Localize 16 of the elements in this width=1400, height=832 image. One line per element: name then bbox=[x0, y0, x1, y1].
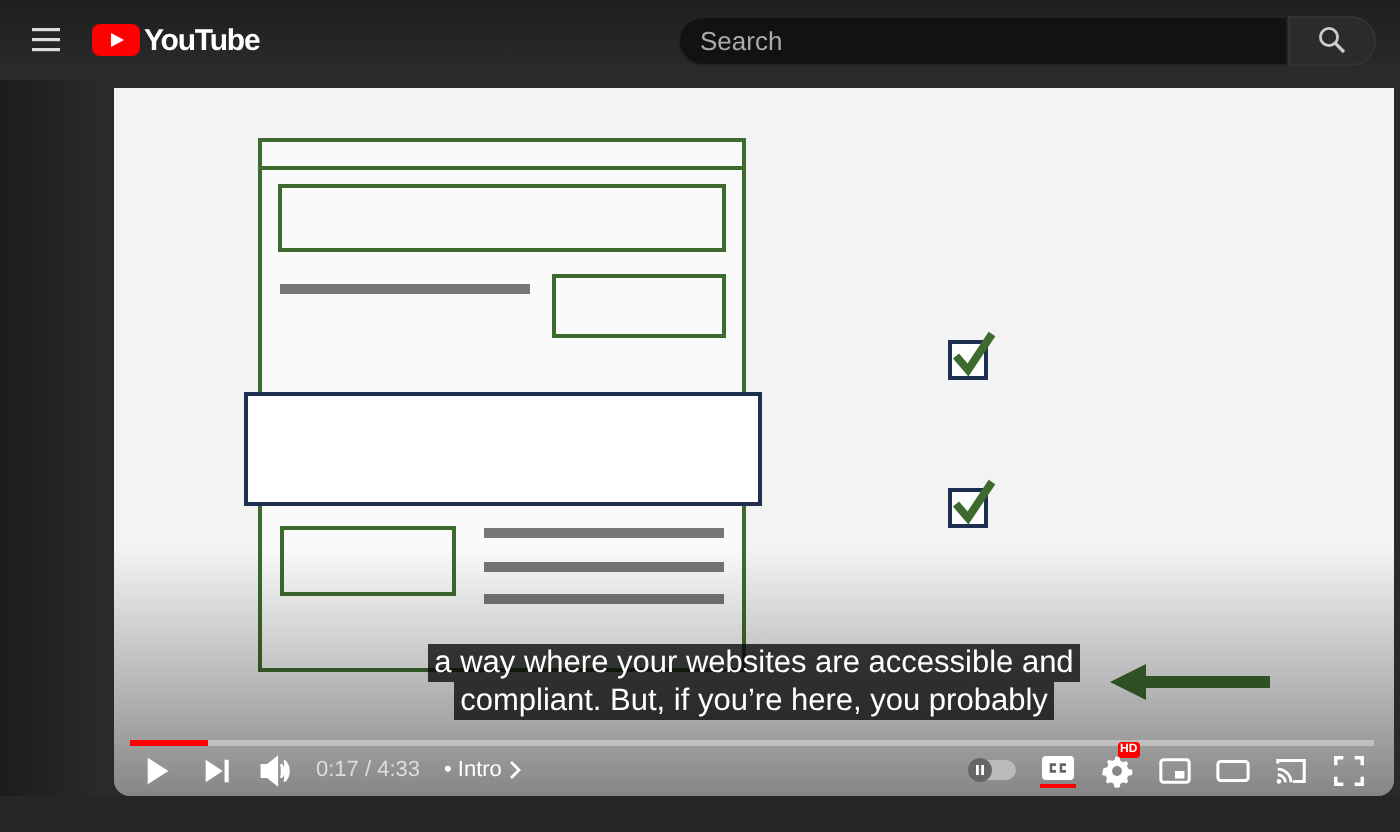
subtitles-button[interactable] bbox=[1040, 753, 1076, 787]
search-field[interactable]: Search bbox=[678, 15, 1288, 65]
autoplay-toggle[interactable] bbox=[972, 760, 1016, 780]
pause-icon bbox=[974, 764, 986, 776]
play-logo-icon[interactable] bbox=[92, 24, 140, 56]
search-button[interactable] bbox=[1288, 15, 1376, 65]
time-display: 0:17 / 4:33 bbox=[316, 758, 420, 782]
cast-icon[interactable] bbox=[1274, 753, 1308, 787]
volume-icon[interactable] bbox=[258, 753, 292, 787]
menu-icon[interactable] bbox=[32, 28, 60, 52]
logo-text[interactable]: YouTube bbox=[144, 23, 260, 57]
chevron-right-icon bbox=[507, 760, 522, 780]
miniplayer-icon[interactable] bbox=[1158, 753, 1192, 787]
search-icon bbox=[1318, 26, 1346, 54]
fullscreen-icon[interactable] bbox=[1332, 753, 1366, 787]
settings-icon[interactable] bbox=[1100, 753, 1134, 787]
